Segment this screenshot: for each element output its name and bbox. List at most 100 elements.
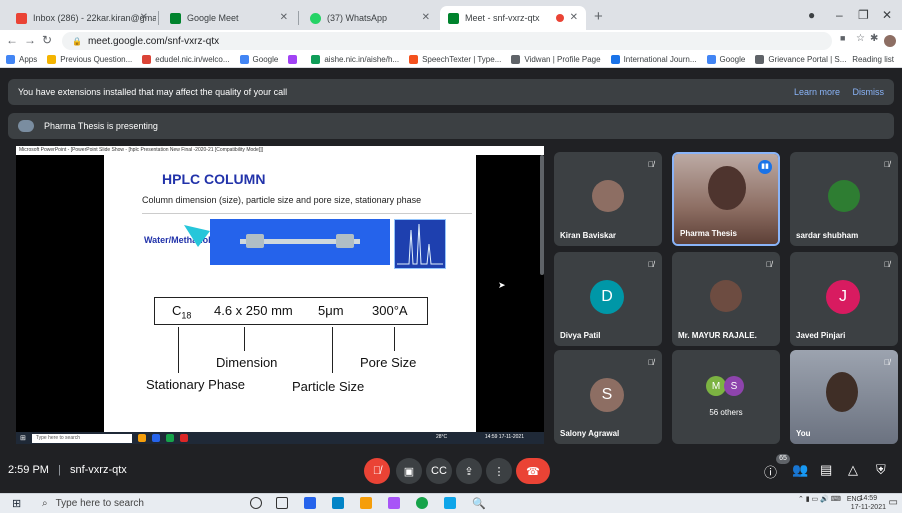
app-icon — [179, 434, 188, 442]
maximize-icon[interactable]: ❐ — [858, 8, 869, 22]
host-controls-icon[interactable]: ⛨ — [876, 462, 886, 478]
camera-off-icon: ▣ — [403, 465, 415, 478]
bookmarks-bar: Apps Previous Question... edudel.nic.in/we… — [0, 52, 902, 68]
participant-tile-javed-pinjari[interactable]: 🎙̸ J Javed Pinjari — [790, 252, 898, 346]
participant-tile-you[interactable]: 🎙̸ You — [790, 350, 898, 444]
dismiss-button[interactable]: Dismiss — [853, 87, 885, 97]
mic-off-icon: 🎙̸ — [884, 260, 890, 269]
mic-toggle-button[interactable]: 🎙̸ — [364, 458, 390, 484]
info-icon[interactable]: ⓘ — [764, 462, 777, 481]
profile-icon[interactable]: ● — [808, 8, 815, 22]
chat-icon[interactable]: ▤ — [820, 462, 832, 478]
tab-meet-active[interactable]: Meet - snf-vxrz-qtx ✕ — [440, 6, 586, 30]
magnifier-icon[interactable]: 🔍 — [472, 497, 486, 510]
avatar[interactable] — [884, 35, 896, 47]
avatar: J — [826, 280, 860, 314]
bookmark-item[interactable]: Vidwan | Profile Page — [511, 55, 601, 64]
bookmark-item[interactable]: Grievance Portal | S... — [755, 55, 846, 64]
taskbar-clock[interactable]: 14:59 17-11-2021 — [851, 494, 886, 512]
pointer-line — [394, 327, 395, 351]
chrome-icon[interactable] — [416, 497, 428, 509]
bookmark-item[interactable]: Google — [239, 55, 278, 64]
bookmark-icon — [288, 55, 298, 64]
bookmark-item[interactable]: Google — [706, 55, 745, 64]
speaking-indicator-icon: ▮▮ — [758, 160, 772, 174]
task-view-icon[interactable] — [276, 497, 288, 509]
windows-start-icon[interactable]: ⊞ — [12, 497, 21, 510]
close-window-icon[interactable]: ✕ — [882, 8, 892, 22]
close-icon[interactable]: ✕ — [422, 12, 430, 23]
forward-icon[interactable]: → — [24, 33, 36, 47]
back-icon[interactable]: ← — [6, 33, 18, 47]
shared-clock: 14:59 17-11-2021 — [484, 434, 524, 440]
camera-icon[interactable]: ■ — [840, 33, 845, 43]
tab-gmail[interactable]: Inbox (286) - 22kar.kiran@gmail ✕ — [8, 6, 156, 30]
whatsapp-icon — [310, 12, 321, 24]
mic-off-icon: 🎙̸ — [884, 160, 890, 169]
bookmark-icon — [511, 55, 521, 64]
reload-icon[interactable]: ↻ — [42, 33, 52, 47]
address-bar[interactable]: 🔒 meet.google.com/snf-vxrz-qtx — [62, 32, 832, 50]
app-icon[interactable] — [332, 497, 344, 509]
participant-tile-mayur-rajale[interactable]: 🎙̸ Mr. MAYUR RAJALE. — [672, 252, 780, 346]
participant-tile-sardar-shubham[interactable]: 🎙̸ sardar shubham — [790, 152, 898, 246]
mic-off-icon: 🎙̸ — [766, 260, 772, 269]
camera-toggle-button[interactable]: ▣ — [396, 458, 422, 484]
bookmark-icon — [142, 55, 152, 64]
captions-button[interactable]: CC — [426, 458, 452, 484]
label-particle-size: Particle Size — [292, 379, 365, 394]
more-options-button[interactable]: ⋮ — [486, 458, 512, 484]
present-button[interactable]: ⇪ — [456, 458, 482, 484]
bookmark-icon — [239, 55, 249, 64]
bookmark-icon — [755, 55, 765, 64]
app-icon — [151, 434, 160, 442]
file-explorer-icon[interactable] — [360, 497, 372, 509]
notification-icon[interactable]: ▭ — [889, 497, 898, 508]
bookmark-item[interactable]: SpeechTexter | Type... — [409, 55, 501, 64]
participant-tile-kiran-baviskar[interactable]: 🎙̸ Kiran Baviskar — [554, 152, 662, 246]
star-icon[interactable]: ☆ — [856, 33, 865, 44]
participant-tile-salony-agrawal[interactable]: 🎙̸ S Salony Agrawal — [554, 350, 662, 444]
app-icon[interactable] — [388, 497, 400, 509]
label-pore-size: Pore Size — [360, 355, 417, 370]
taskbar-search[interactable]: ⌕ Type here to search — [38, 495, 218, 511]
bookmark-item[interactable] — [288, 55, 301, 64]
participant-tile-divya-patil[interactable]: 🎙̸ D Divya Patil — [554, 252, 662, 346]
mic-off-icon: 🎙̸ — [648, 160, 654, 169]
lock-icon: 🔒 — [72, 36, 82, 46]
pointer-line — [332, 327, 333, 373]
tray-icons[interactable]: ⌃ ▮ ▭ 🔊 ⌨ — [798, 496, 841, 503]
shared-weather: 28°C — [436, 434, 448, 440]
tab-google-meet[interactable]: Google Meet ✕ — [162, 6, 296, 30]
others-count: 56 others — [709, 408, 743, 417]
extensions-icon[interactable]: ✱ — [870, 33, 878, 44]
bookmark-item[interactable]: International Journ... — [610, 55, 697, 64]
people-icon[interactable]: 👥 — [792, 462, 808, 478]
minimize-icon[interactable]: – — [836, 8, 843, 22]
tab-whatsapp[interactable]: (37) WhatsApp ✕ — [302, 6, 438, 30]
participant-tile-others[interactable]: M S 56 others — [672, 350, 780, 444]
app-icon[interactable] — [444, 497, 456, 509]
app-icon[interactable] — [304, 497, 316, 509]
cortana-icon[interactable] — [250, 497, 262, 509]
presenter-avatar — [18, 120, 34, 132]
learn-more-link[interactable]: Learn more — [794, 87, 840, 97]
close-icon[interactable]: ✕ — [140, 12, 148, 23]
bookmark-icon — [706, 55, 716, 64]
bookmark-item[interactable]: Previous Question... — [47, 55, 132, 64]
new-tab-button[interactable]: + — [594, 8, 603, 25]
bookmark-icon — [409, 55, 419, 64]
bookmark-item[interactable]: edudel.nic.in/welco... — [142, 55, 230, 64]
spec-pore: 300°A — [372, 303, 408, 318]
bookmark-item[interactable]: aishe.nic.in/aishe/h... — [311, 55, 399, 64]
bookmark-item[interactable]: Apps — [6, 55, 37, 64]
close-icon[interactable]: ✕ — [280, 12, 288, 23]
reading-list-button[interactable]: Reading list — [852, 55, 894, 64]
participant-tile-pharma-thesis[interactable]: ▮▮ Pharma Thesis — [672, 152, 780, 246]
shared-search: Type here to search — [31, 433, 132, 443]
close-icon[interactable]: ✕ — [570, 12, 578, 23]
activities-icon[interactable]: △ — [848, 462, 858, 478]
leave-call-button[interactable]: ☎ — [516, 458, 550, 484]
scrollbar[interactable] — [540, 155, 544, 275]
participant-count-badge: 65 — [776, 454, 790, 464]
